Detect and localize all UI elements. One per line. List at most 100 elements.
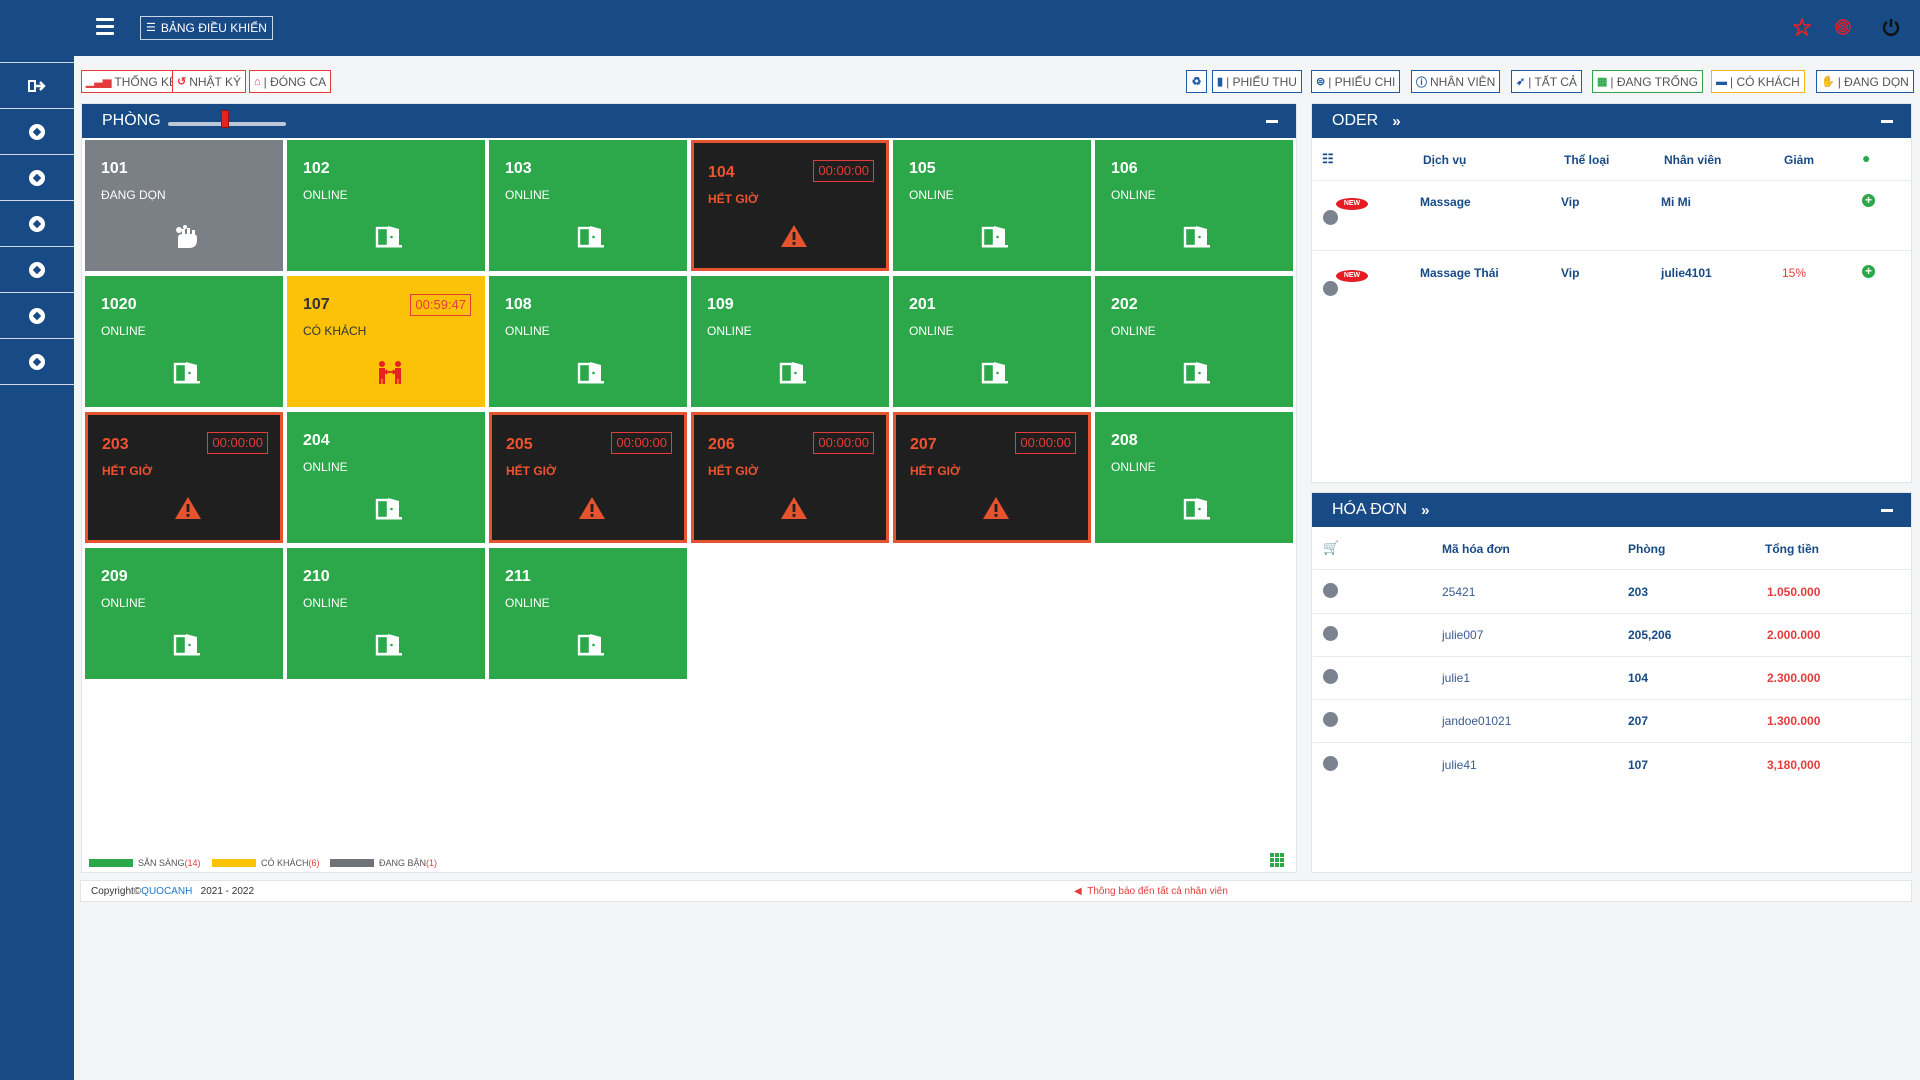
row-select-radio[interactable]	[1323, 210, 1338, 225]
sidebar	[0, 56, 74, 1080]
grid-view-icon[interactable]	[1270, 853, 1284, 867]
invoice-code: julie41	[1442, 758, 1477, 772]
room-tile-202[interactable]: 202 ONLINE	[1095, 276, 1293, 407]
room-number: 207	[910, 436, 937, 453]
room-tile-209[interactable]: 209 ONLINE	[85, 548, 283, 679]
warning-icon	[578, 496, 606, 525]
row-select-radio[interactable]	[1323, 626, 1338, 641]
recycle-button[interactable]: ♻	[1186, 70, 1207, 93]
room-number: 102	[303, 160, 330, 177]
filter-cleaning-button[interactable]: ✋ | ĐANG DỌN	[1816, 70, 1914, 93]
hands-wash-icon	[173, 224, 201, 255]
chevron-right-icon[interactable]: »	[1392, 113, 1400, 130]
room-tile-102[interactable]: 102 ONLINE	[287, 140, 485, 271]
room-tile-206[interactable]: 206 HẾT GIỜ 00:00:00	[691, 412, 889, 543]
flag-vn-icon[interactable]	[1791, 16, 1813, 38]
room-tile-203[interactable]: 203 HẾT GIỜ 00:00:00	[85, 412, 283, 543]
room-tile-211[interactable]: 211 ONLINE	[489, 548, 687, 679]
legend-count: (14)	[184, 858, 201, 868]
row-select-radio[interactable]	[1323, 669, 1338, 684]
minimize-icon[interactable]	[1266, 120, 1278, 123]
fingerprint-icon[interactable]	[1832, 16, 1854, 38]
room-tile-205[interactable]: 205 HẾT GIỜ 00:00:00	[489, 412, 687, 543]
notice-link[interactable]: ◀ Thông báo đến tất cả nhân viên	[1074, 886, 1228, 897]
row-select-radio[interactable]	[1323, 712, 1338, 727]
chevron-right-icon[interactable]: »	[1421, 502, 1429, 519]
plus-circle-icon[interactable]: +	[1862, 265, 1875, 278]
door-open-icon	[577, 360, 605, 389]
power-icon[interactable]	[1880, 16, 1902, 38]
room-tile-103[interactable]: 103 ONLINE	[489, 140, 687, 271]
sidebar-item-5[interactable]	[0, 292, 74, 338]
close-shift-button[interactable]: ⌂ | ĐÓNG CA	[249, 70, 332, 93]
rooms-panel-header: PHÒNG	[82, 104, 1296, 138]
sidebar-item-4[interactable]	[0, 246, 74, 292]
room-tile-204[interactable]: 204 ONLINE	[287, 412, 485, 543]
log-button[interactable]: ↺ NHẬT KÝ	[172, 70, 247, 93]
filter-all-button[interactable]: ➶ | TẤT CẢ	[1511, 70, 1582, 93]
order-panel: ODER »	[1311, 103, 1912, 483]
room-tile-207[interactable]: 207 HẾT GIỜ 00:00:00	[893, 412, 1091, 543]
warning-icon	[174, 496, 202, 525]
order-service: Massage Thái	[1420, 266, 1499, 280]
order-panel-header: ODER »	[1312, 104, 1911, 138]
room-status: HẾT GIỜ	[708, 192, 759, 206]
room-tile-106[interactable]: 106 ONLINE	[1095, 140, 1293, 271]
filter-empty-button[interactable]: ▦ | ĐANG TRỐNG	[1592, 70, 1703, 93]
dashboard-button[interactable]: ☰ BẢNG ĐIỀU KHIỂN	[140, 16, 273, 40]
eraser-icon: ⌂	[254, 75, 261, 88]
room-tile-210[interactable]: 210 ONLINE	[287, 548, 485, 679]
row-select-radio[interactable]	[1323, 756, 1338, 771]
room-status: ONLINE	[1111, 460, 1156, 474]
warning-icon	[982, 496, 1010, 525]
menu-toggle-icon[interactable]	[96, 18, 114, 36]
soap-icon: ✋	[1821, 76, 1835, 88]
room-tile-107[interactable]: 107 CÓ KHÁCH 00:59:47	[287, 276, 485, 407]
minimize-icon[interactable]	[1881, 509, 1893, 512]
statistics-button[interactable]: ▁▃▅ THỐNG KÊ	[81, 70, 183, 93]
sidebar-item-1[interactable]	[0, 108, 74, 154]
order-header-service: Dịch vụ	[1423, 153, 1467, 167]
room-tile-109[interactable]: 109 ONLINE	[691, 276, 889, 407]
room-tile-104[interactable]: 104 HẾT GIỜ 00:00:00	[691, 140, 889, 271]
filter-cleaning-label: | ĐANG DỌN	[1837, 74, 1909, 89]
door-open-icon	[779, 360, 807, 389]
door-open-icon	[1183, 224, 1211, 253]
room-tile-201[interactable]: 201 ONLINE	[893, 276, 1091, 407]
sidebar-item-2[interactable]	[0, 154, 74, 200]
compass-icon	[29, 307, 45, 324]
room-number: 201	[909, 296, 936, 313]
row-select-radio[interactable]	[1323, 583, 1338, 598]
room-tile-108[interactable]: 108 ONLINE	[489, 276, 687, 407]
sidebar-item-6[interactable]	[0, 338, 74, 384]
file-icon: ▮	[1217, 76, 1224, 88]
room-tile-101[interactable]: 101 ĐANG DỌN	[85, 140, 283, 271]
copyright-label: Copyright©	[91, 886, 142, 897]
door-open-icon	[375, 496, 403, 525]
room-tile-1020[interactable]: 1020 ONLINE	[85, 276, 283, 407]
room-number: 208	[1111, 432, 1138, 449]
legend-label: SẴN SÀNG	[138, 858, 185, 868]
zoom-slider-thumb[interactable]	[221, 110, 230, 128]
sidebar-item-logout[interactable]	[0, 62, 74, 108]
invoice-room: 203	[1628, 585, 1649, 599]
room-status: CÓ KHÁCH	[303, 324, 367, 338]
new-badge: NEW	[1336, 198, 1368, 210]
receipt-button[interactable]: ▮ | PHIẾU THU	[1212, 70, 1302, 93]
minimize-icon[interactable]	[1881, 120, 1893, 123]
invoice-code: julie1	[1442, 671, 1471, 685]
payment-button[interactable]: ⊜ | PHIẾU CHI	[1311, 70, 1401, 93]
door-open-icon	[375, 632, 403, 661]
brand-link[interactable]: QUOCANH	[141, 886, 192, 897]
plus-circle-icon[interactable]: +	[1862, 194, 1875, 207]
invoice-code: 25421	[1442, 585, 1476, 599]
room-number: 203	[102, 436, 129, 453]
room-tile-105[interactable]: 105 ONLINE	[893, 140, 1091, 271]
filter-occupied-button[interactable]: ▬ | CÓ KHÁCH	[1711, 70, 1805, 93]
staff-button[interactable]: ⓘ NHÂN VIÊN	[1411, 70, 1501, 93]
row-select-radio[interactable]	[1323, 281, 1338, 296]
room-timer: 00:00:00	[207, 432, 268, 454]
info-icon: ⓘ	[1416, 76, 1427, 89]
room-tile-208[interactable]: 208 ONLINE	[1095, 412, 1293, 543]
sidebar-item-3[interactable]	[0, 200, 74, 246]
